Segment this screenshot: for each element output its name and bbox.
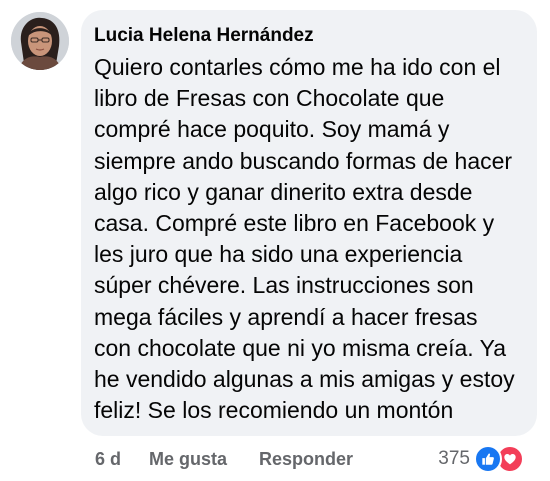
comment-text-line: casa. Compré este libro en Facebook y (94, 210, 495, 237)
comment-actions: 6 d Me gusta Responder (95, 446, 353, 472)
comment-text-line: súper chévere. Las instrucciones son (94, 272, 474, 299)
timestamp[interactable]: 6 d (95, 449, 121, 470)
comment-text: Quiero contarles cómo me ha ido con el l… (94, 52, 521, 426)
comment-text-line: he vendido algunas a mis amigas y estoy (94, 366, 515, 393)
avatar[interactable] (11, 12, 69, 70)
comment-text-line: algo rico y ganar dinerito extra desde (94, 178, 473, 205)
reaction-count: 375 (438, 448, 470, 469)
comment-text-line: compré hace poquito. Soy mamá y (94, 116, 450, 143)
comment-text-line: les juro que ha sido una experiencia (94, 241, 463, 268)
reactions-summary[interactable]: 375 (438, 445, 524, 473)
comment: Lucia Helena Hernández Quiero contarles … (0, 0, 550, 481)
comment-text-line: mega fáciles y aprendí a hacer fresas (94, 303, 478, 330)
profile-photo (11, 12, 69, 70)
comment-text-line: con chocolate que ni yo misma creía. Ya (94, 334, 507, 361)
author-name[interactable]: Lucia Helena Hernández (94, 24, 521, 48)
comment-text-line: libro de Fresas con Chocolate que (94, 85, 445, 112)
reply-button[interactable]: Responder (259, 449, 353, 470)
comment-text-line: siempre ando buscando formas de hacer (94, 147, 513, 174)
comment-text-line: Quiero contarles cómo me ha ido con el (94, 54, 501, 80)
comment-bubble: Lucia Helena Hernández Quiero contarles … (81, 10, 537, 436)
like-button[interactable]: Me gusta (149, 449, 227, 470)
comment-text-line: feliz! Se los recomiendo un montón (94, 397, 454, 424)
like-icon (474, 445, 502, 473)
